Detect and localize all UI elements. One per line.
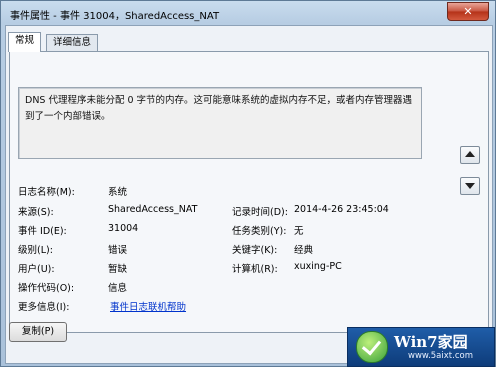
tab-general[interactable]: 常规 <box>8 32 42 52</box>
arrow-down-icon <box>465 183 475 189</box>
log-name-label: 日志名称(M): <box>18 187 75 198</box>
site-watermark: Win7家园 www.5aixt.com <box>347 327 495 367</box>
dialog-body: 常规 详细信息 DNS 代理程序未能分配 0 字节的内存。这可能意味系统的虚拟内… <box>5 25 493 364</box>
event-properties-window: 事件属性 - 事件 31004，SharedAccess_NAT ✕ 常规 详细… <box>0 0 496 367</box>
level-label: 级别(L): <box>18 245 53 256</box>
watermark-title: Win7家园 <box>394 333 468 351</box>
logged-value: 2014-4-26 23:45:04 <box>294 204 389 215</box>
copy-button[interactable]: 复制(P) <box>9 322 67 342</box>
more-info-link[interactable]: 事件日志联机帮助 <box>110 299 186 313</box>
close-button[interactable]: ✕ <box>447 2 489 21</box>
task-category-label: 任务类别(Y): <box>232 226 287 237</box>
event-description[interactable]: DNS 代理程序未能分配 0 字节的内存。这可能意味系统的虚拟内存不足，或者内存… <box>18 87 422 159</box>
opcode-label: 操作代码(O): <box>18 283 75 294</box>
source-value: SharedAccess_NAT <box>108 204 198 215</box>
computer-value: xuxing-PC <box>294 261 342 272</box>
user-value: 暂缺 <box>108 264 128 275</box>
level-value: 错误 <box>108 245 128 256</box>
log-name-value: 系统 <box>108 187 128 198</box>
event-id-label: 事件 ID(E): <box>18 226 67 237</box>
task-category-value: 无 <box>294 226 304 237</box>
logged-label: 记录时间(D): <box>232 207 288 218</box>
previous-event-button[interactable] <box>460 146 480 164</box>
keywords-value: 经典 <box>294 245 314 256</box>
win7-logo-icon <box>356 331 388 363</box>
title-bar[interactable]: 事件属性 - 事件 31004，SharedAccess_NAT ✕ <box>1 1 495 25</box>
tab-details[interactable]: 详细信息 <box>46 34 99 51</box>
more-info-label: 更多信息(I): <box>18 302 70 313</box>
computer-label: 计算机(R): <box>232 264 278 275</box>
opcode-value: 信息 <box>108 283 128 294</box>
watermark-url: www.5aixt.com <box>408 351 473 361</box>
source-label: 来源(S): <box>18 207 54 218</box>
general-panel: DNS 代理程序未能分配 0 字节的内存。这可能意味系统的虚拟内存不足，或者内存… <box>9 51 489 333</box>
window-title: 事件属性 - 事件 31004，SharedAccess_NAT <box>10 11 220 22</box>
arrow-up-icon <box>465 151 475 157</box>
event-id-value: 31004 <box>108 223 139 234</box>
next-event-button[interactable] <box>460 177 480 195</box>
keywords-label: 关键字(K): <box>232 245 278 256</box>
user-label: 用户(U): <box>18 264 55 275</box>
